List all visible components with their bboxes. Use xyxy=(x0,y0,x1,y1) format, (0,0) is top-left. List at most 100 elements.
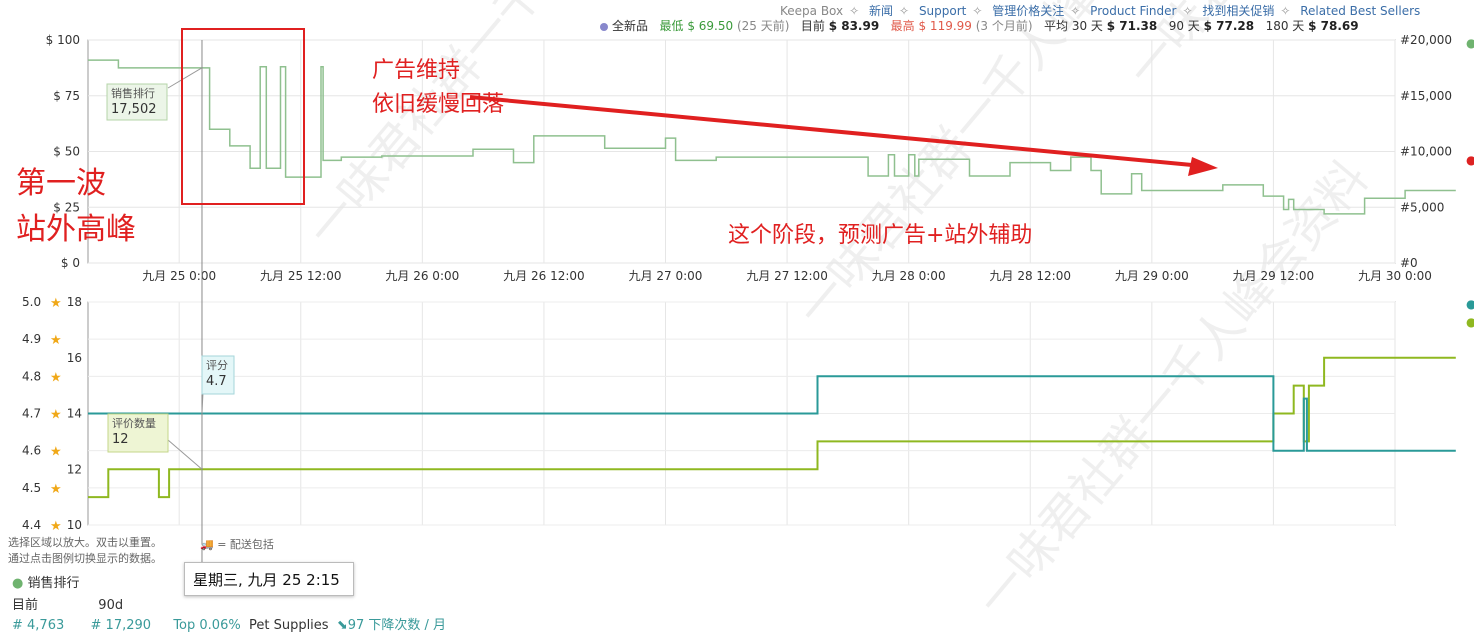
watermark-text: 一味君社群一千人峰会资料 xyxy=(296,0,709,258)
rank-table-header: 目前 90d xyxy=(12,594,123,613)
y-tick-label-rank: #20,000 xyxy=(1400,33,1452,47)
y-tick-label-count: 10 xyxy=(67,518,82,532)
annotation-text: 第一波 xyxy=(16,166,106,201)
sales-rank-legend[interactable]: ● 销售排行 xyxy=(12,572,80,591)
annotation-text: 这个阶段，预测广告+站外辅助 xyxy=(728,223,1032,248)
new-label[interactable]: 全新品 xyxy=(612,19,648,33)
y-tick-label-rating: 4.8 xyxy=(22,369,41,383)
nav-item-keepa-box[interactable]: Keepa Box xyxy=(780,4,843,18)
low-when: (25 天前) xyxy=(736,19,790,33)
sales-rank-tooltip-label: 销售排行 xyxy=(111,86,155,100)
nav-separator-icon: ✧ xyxy=(899,4,910,18)
trend-arrow-head-icon xyxy=(1188,157,1218,176)
x-tick-label: 九月 27 12:00 xyxy=(746,269,827,283)
star-icon: ★ xyxy=(50,370,62,385)
new-price-legend-dot-icon[interactable] xyxy=(600,22,608,31)
y-tick-label-rank: #15,000 xyxy=(1400,89,1452,103)
y-tick-label-count: 14 xyxy=(67,407,82,421)
current-col-label: 目前 xyxy=(12,598,39,613)
high-value: $ 119.99 xyxy=(918,19,972,33)
x-tick-label: 九月 28 0:00 xyxy=(872,269,946,283)
y-tick-label-count: 12 xyxy=(67,462,82,476)
hover-tooltip: 星期三, 九月 25 2:15 xyxy=(184,562,354,596)
side-legend-dot-icon[interactable]: ● xyxy=(1466,315,1474,329)
sales-rank-tooltip-value: 17,502 xyxy=(111,102,157,117)
star-icon: ★ xyxy=(50,519,62,534)
avg180-value: $ 78.69 xyxy=(1308,19,1359,33)
y-tick-label-rating: 4.5 xyxy=(22,481,41,495)
nav-item-news[interactable]: 新闻 xyxy=(869,4,893,18)
review-count-line xyxy=(88,356,1456,499)
shipping-legend: 🚚 = 配送包括 xyxy=(200,536,274,552)
star-icon: ★ xyxy=(50,408,62,423)
x-tick-label: 九月 26 12:00 xyxy=(503,269,584,283)
x-tick-label: 九月 27 0:00 xyxy=(629,269,703,283)
nav-separator-icon: ✧ xyxy=(972,4,983,18)
keepa-chart-panel: 一味君社群一千人峰会资料一味君社群一千人峰会资料一味君社群一千人峰会资料一味君社… xyxy=(0,0,1474,626)
nav-separator-icon: ✧ xyxy=(849,4,860,18)
nav-item-price-watch[interactable]: 管理价格关注 xyxy=(992,4,1064,18)
avg180-label: 180 天 xyxy=(1265,19,1305,33)
y-tick-label-rating: 5.0 xyxy=(22,295,41,309)
x-tick-label: 九月 30 0:00 xyxy=(1358,269,1432,283)
high-label: 最高 xyxy=(890,19,915,33)
label-connector xyxy=(167,67,203,89)
sales-rank-dot-icon: ● xyxy=(12,576,24,591)
y-tick-label-count: 16 xyxy=(67,351,82,365)
x-tick-label: 九月 25 12:00 xyxy=(260,269,341,283)
x-tick-label: 九月 29 12:00 xyxy=(1233,269,1314,283)
high-when: (3 个月前) xyxy=(975,19,1033,33)
x-tick-label: 九月 26 0:00 xyxy=(385,269,459,283)
avg30-label: 平均 30 天 xyxy=(1044,19,1103,33)
trend-arrow-line xyxy=(469,95,1193,167)
review-count-tooltip-value: 12 xyxy=(112,432,129,447)
y-tick-label-rank: #10,000 xyxy=(1400,145,1452,159)
star-icon: ★ xyxy=(50,445,62,460)
star-icon: ★ xyxy=(50,296,62,311)
nav-item-related-best-sellers[interactable]: Related Best Sellers xyxy=(1300,4,1420,18)
avg30-value: $ 71.38 xyxy=(1106,19,1158,33)
y-tick-label-count: 18 xyxy=(67,295,82,309)
nav-separator-icon: ✧ xyxy=(1182,4,1193,18)
y-tick-label-rating: 4.7 xyxy=(22,407,41,421)
nav-separator-icon: ✧ xyxy=(1070,4,1081,18)
nav-item-product-finder[interactable]: Product Finder xyxy=(1090,4,1176,18)
low-value: $ 69.50 xyxy=(687,19,734,33)
x-tick-label: 九月 29 0:00 xyxy=(1115,269,1189,283)
star-icon: ★ xyxy=(50,482,62,497)
current-value: $ 83.99 xyxy=(828,19,880,33)
side-legend-dot-icon[interactable]: ● xyxy=(1466,297,1474,311)
label-connector xyxy=(167,439,203,470)
period-col-label: 90d xyxy=(98,598,124,613)
current-label: 目前 xyxy=(800,19,825,33)
y-tick-label-price: $ 50 xyxy=(53,145,80,159)
avg90-label: 90 天 xyxy=(1168,19,1200,33)
annotation-text: 站外高峰 xyxy=(16,212,136,247)
review-count-tooltip-label: 评价数量 xyxy=(112,417,156,430)
watermark-text: 一味君社群一千人峰会资料 xyxy=(966,150,1379,626)
chart-canvas[interactable]: 一味君社群一千人峰会资料一味君社群一千人峰会资料一味君社群一千人峰会资料一味君社… xyxy=(0,0,1474,626)
annotation-text: 依旧缓慢回落 xyxy=(372,92,504,117)
rank-table-row: # 4,763 # 17,290 Top 0.06% Pet Supplies … xyxy=(12,614,446,633)
y-tick-label-rating: 4.6 xyxy=(22,444,41,458)
nav-separator-icon: ✧ xyxy=(1280,4,1291,18)
side-legend-dot-icon[interactable]: ● xyxy=(1466,36,1474,50)
y-tick-label-rank: #5,000 xyxy=(1400,200,1444,214)
y-tick-label-price: $ 0 xyxy=(61,256,80,270)
y-tick-label-rank: #0 xyxy=(1400,256,1418,270)
annotation-text: 广告维持 xyxy=(372,58,460,83)
y-tick-label-price: $ 100 xyxy=(46,33,80,47)
avg90-value: $ 77.28 xyxy=(1203,19,1255,33)
rating-tooltip-label: 评分 xyxy=(206,359,228,372)
star-icon: ★ xyxy=(50,333,62,348)
rating-tooltip-value: 4.7 xyxy=(206,374,227,389)
price-stats-bar: 全新品 最低 $ 69.50 (25 天前) 目前 $ 83.99 最高 $ 1… xyxy=(600,17,1359,34)
nav-item-support[interactable]: Support xyxy=(919,4,966,18)
sales-rank-line xyxy=(88,59,1456,215)
x-tick-label: 九月 25 0:00 xyxy=(142,269,216,283)
side-legend-dot-icon[interactable]: ● xyxy=(1466,153,1474,167)
truck-icon: 🚚 xyxy=(200,538,214,551)
truck-label: = 配送包括 xyxy=(217,538,274,551)
y-tick-label-rating: 4.9 xyxy=(22,332,41,346)
nav-item-deals[interactable]: 找到相关促销 xyxy=(1202,4,1274,18)
